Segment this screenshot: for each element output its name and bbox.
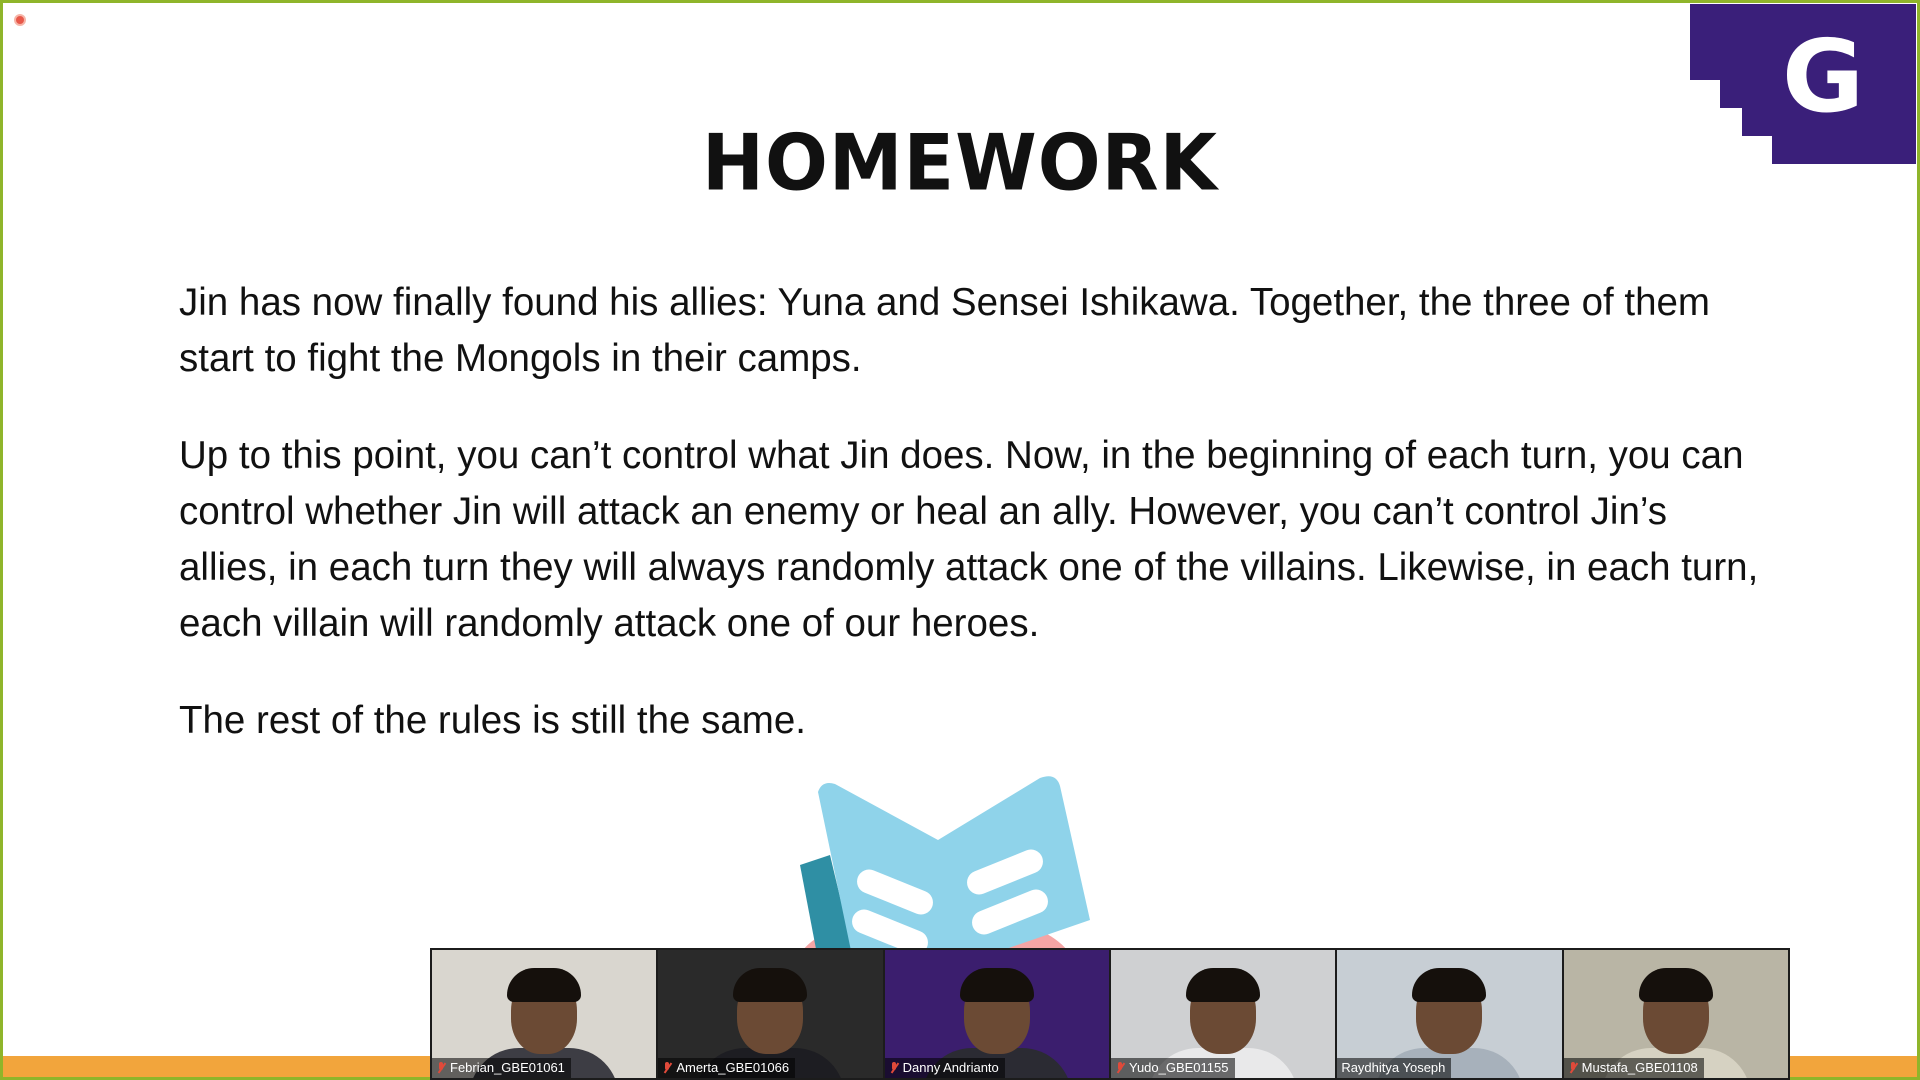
- mic-muted-icon: [1568, 1061, 1578, 1075]
- participant-tile[interactable]: Yudo_GBE01155: [1110, 950, 1336, 1078]
- participant-name-bar: Yudo_GBE01155: [1110, 1058, 1235, 1078]
- slide-body: Jin has now finally found his allies: Yu…: [179, 275, 1759, 790]
- mic-muted-icon: [889, 1061, 899, 1075]
- participant-tile[interactable]: Raydhitya Yoseph: [1337, 950, 1562, 1078]
- video-gallery-strip[interactable]: Febrian_GBE01061 Amerta_GBE01066 Danny And…: [430, 948, 1790, 1080]
- participant-name-bar: Amerta_GBE01066: [658, 1058, 796, 1078]
- participant-name-bar: Raydhitya Yoseph: [1337, 1058, 1452, 1078]
- mic-muted-icon: [436, 1061, 446, 1075]
- participant-name: Mustafa_GBE01108: [1581, 1060, 1698, 1075]
- participant-name-bar: Febrian_GBE01061: [432, 1058, 571, 1078]
- paragraph-rules: Up to this point, you can’t control what…: [179, 434, 1759, 645]
- participant-tile[interactable]: Danny Andrianto: [884, 950, 1109, 1078]
- slide-title: HOMEWORK: [702, 117, 1218, 209]
- participant-name: Raydhitya Yoseph: [1341, 1060, 1446, 1075]
- mic-muted-icon: [662, 1061, 672, 1075]
- participant-name: Danny Andrianto: [902, 1060, 999, 1075]
- participant-name-bar: Danny Andrianto: [884, 1058, 1005, 1078]
- recording-indicator-icon: [14, 14, 26, 26]
- book-illustration: [795, 776, 1090, 970]
- participant-tile[interactable]: Mustafa_GBE01108: [1563, 950, 1788, 1078]
- paragraph-story: Jin has now finally found his allies: Yu…: [179, 281, 1710, 380]
- participant-tile[interactable]: Febrian_GBE01061: [432, 950, 657, 1078]
- participant-tile[interactable]: Amerta_GBE01066: [658, 950, 883, 1078]
- mic-muted-icon: [1115, 1061, 1125, 1075]
- participant-name: Yudo_GBE01155: [1128, 1060, 1229, 1075]
- participant-name: Febrian_GBE01061: [450, 1060, 565, 1075]
- participant-name-bar: Mustafa_GBE01108: [1563, 1058, 1704, 1078]
- participant-name: Amerta_GBE01066: [676, 1060, 790, 1075]
- paragraph-same-rules: The rest of the rules is still the same.: [179, 699, 806, 742]
